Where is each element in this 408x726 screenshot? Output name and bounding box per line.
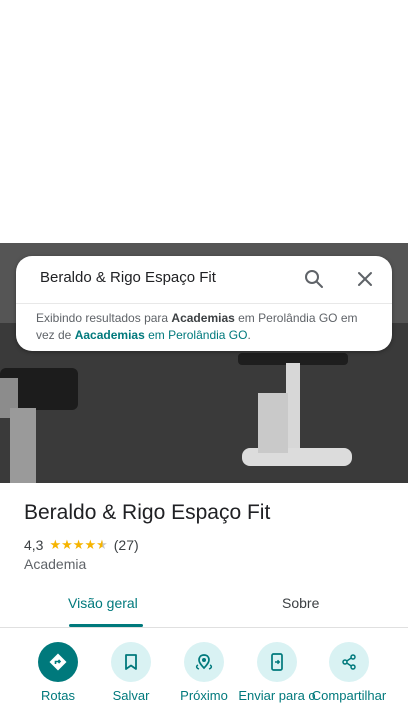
search-input[interactable]: Beraldo & Rigo Espaço Fit <box>40 269 216 286</box>
star-icon: ★ <box>84 537 97 552</box>
place-category: Academia <box>24 556 87 572</box>
bookmark-icon <box>111 642 151 682</box>
search-icon[interactable] <box>302 267 326 291</box>
original-location-link[interactable]: em Perolândia GO <box>145 328 247 342</box>
map-area[interactable] <box>0 0 408 243</box>
search-box[interactable]: Beraldo & Rigo Espaço Fit Exibindo resul… <box>16 256 392 351</box>
send-to-phone-button[interactable]: Enviar para o <box>237 642 317 702</box>
star-icon: ★ <box>72 537 85 552</box>
star-icon: ★ <box>61 537 73 552</box>
notice-text: . <box>247 328 251 342</box>
nearby-icon <box>184 642 224 682</box>
share-label: Compartilhar <box>311 688 387 703</box>
nearby-label: Próximo <box>180 688 228 703</box>
tab-about[interactable]: Sobre <box>282 595 319 611</box>
directions-button[interactable]: Rotas <box>18 642 98 702</box>
share-icon <box>329 642 369 682</box>
directions-label: Rotas <box>41 688 75 703</box>
directions-icon <box>38 642 78 682</box>
rating-stars: ★ ★ ★ ★ ★ <box>49 536 107 554</box>
place-title: Beraldo & Rigo Espaço Fit <box>24 501 271 524</box>
send-to-phone-icon <box>257 642 297 682</box>
save-button[interactable]: Salvar <box>91 642 171 702</box>
notice-text: Exibindo resultados para <box>36 311 172 325</box>
close-icon[interactable] <box>353 267 377 291</box>
star-icon: ★ <box>49 537 62 552</box>
shown-term: Academias <box>171 311 235 325</box>
original-term-link[interactable]: Aacademias <box>75 328 145 342</box>
share-button[interactable]: Compartilhar <box>309 642 389 702</box>
tab-overview[interactable]: Visão geral <box>68 595 138 611</box>
half-star-icon: ★ <box>96 537 108 552</box>
review-count: (27) <box>113 537 139 553</box>
divider <box>16 303 392 304</box>
send-to-phone-label: Enviar para o <box>238 688 316 703</box>
save-label: Salvar <box>112 688 150 703</box>
nearby-button[interactable]: Próximo <box>164 642 244 702</box>
shown-location: em Perolândia GO <box>234 311 338 325</box>
search-correction-notice: Exibindo resultados para Academias em Pe… <box>36 310 376 344</box>
rating-value: 4,3 <box>24 537 44 553</box>
tabs-divider <box>0 627 408 628</box>
rating-row[interactable]: 4,3 ★ ★ ★ ★ ★ (27) <box>24 536 139 554</box>
